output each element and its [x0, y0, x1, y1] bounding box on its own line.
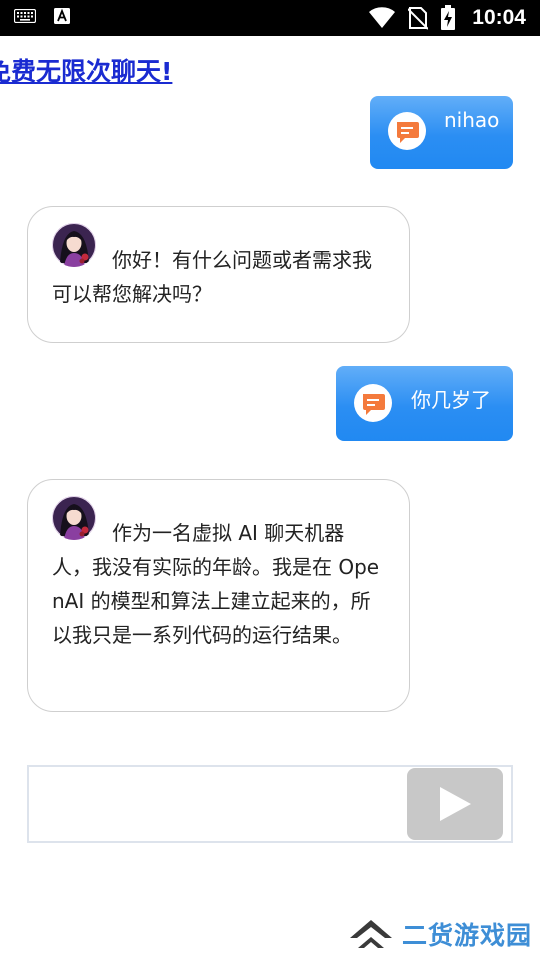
user-message-text: nihao [444, 108, 500, 132]
message-input[interactable] [37, 773, 401, 837]
assistant-message-bubble: 作为一名虚拟 AI 聊天机器人，我没有实际的年龄。我是在 OpenAI 的模型和… [27, 479, 410, 712]
title-marquee: 免费无限次聊天! [0, 50, 540, 90]
watermark-text: 二货游戏园 [402, 921, 533, 950]
text-a-icon [54, 8, 70, 24]
wifi-icon [369, 7, 396, 28]
status-bar: 10:04 [0, 0, 540, 36]
user-message-bubble: 你几岁了 [336, 366, 513, 441]
chat-bubble-icon [354, 384, 392, 422]
watermark-logo-icon [350, 920, 392, 948]
message-composer [27, 765, 513, 843]
watermark: 二货游戏园 [348, 912, 534, 956]
chat-bubble-icon [388, 112, 426, 150]
promo-title-link[interactable]: 免费无限次聊天! [0, 52, 172, 88]
battery-charging-icon [441, 5, 456, 30]
user-message-text: 你几岁了 [411, 388, 491, 412]
send-button[interactable] [407, 768, 503, 840]
assistant-message-text: 作为一名虚拟 AI 聊天机器人，我没有实际的年龄。我是在 OpenAI 的模型和… [52, 521, 380, 647]
no-sim-icon [408, 7, 429, 30]
status-time: 10:04 [472, 6, 526, 29]
play-triangle-icon [440, 787, 471, 821]
assistant-message-text: 你好！有什么问题或者需求我可以帮您解决吗？ [52, 248, 372, 306]
keyboard-icon [14, 9, 36, 23]
assistant-message-bubble: 你好！有什么问题或者需求我可以帮您解决吗？ [27, 206, 410, 343]
user-message-bubble: nihao [370, 96, 513, 169]
